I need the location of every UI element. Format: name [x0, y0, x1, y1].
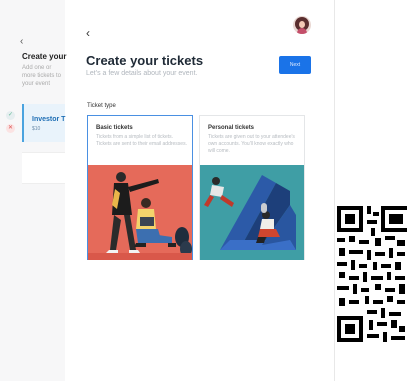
ticket-option-description: Tickets are given out to your attendee's…	[208, 134, 295, 154]
avatar-face	[299, 21, 305, 28]
left-preview-subtitle: Add one or more tickets to your event	[22, 65, 62, 87]
left-preview-title: Create your	[22, 52, 67, 61]
qr-code-graphic	[335, 204, 407, 346]
left-preview-ticket-card[interactable]: Investor T $10	[22, 104, 65, 142]
ticket-type-label: Ticket type	[87, 103, 116, 109]
page-subtitle: Let's a few details about your event.	[86, 70, 198, 77]
people-illustration	[88, 165, 192, 260]
qr-code	[335, 204, 407, 346]
left-card-price: $10	[32, 126, 41, 132]
check-icon[interactable]: ✓	[6, 111, 15, 120]
user-avatar[interactable]	[293, 16, 311, 34]
ticket-option-description: Tickets from a simple list of tickets. T…	[96, 134, 187, 147]
ticket-option-title: Personal tickets	[208, 125, 255, 131]
ticket-option-personal[interactable]: Personal tickets Tickets are given out t…	[199, 115, 305, 260]
app-window: ‹ Create your Add one or more tickets to…	[0, 0, 407, 381]
personal-tickets-illustration	[200, 165, 304, 260]
avatar-body	[297, 28, 307, 34]
carousel-scroll-handle[interactable]	[261, 203, 267, 213]
left-card-title: Investor T	[32, 116, 66, 123]
chevron-left-icon[interactable]: ‹	[20, 36, 23, 47]
ticket-option-title: Basic tickets	[96, 125, 133, 131]
impossible-triangle-illustration	[200, 165, 304, 260]
next-button[interactable]: Next	[279, 56, 311, 74]
ticket-option-basic[interactable]: Basic tickets Tickets from a simple list…	[87, 115, 193, 260]
basic-tickets-illustration	[88, 165, 192, 260]
page-title: Create your tickets	[86, 53, 204, 68]
chevron-left-icon[interactable]: ‹	[86, 26, 90, 40]
main-content: ‹ Create your tickets Let's a few detail…	[74, 0, 334, 381]
close-icon[interactable]: ✕	[6, 124, 15, 133]
left-preview-panel: ‹ Create your Add one or more tickets to…	[0, 0, 67, 381]
left-preview-empty-card	[22, 152, 65, 184]
